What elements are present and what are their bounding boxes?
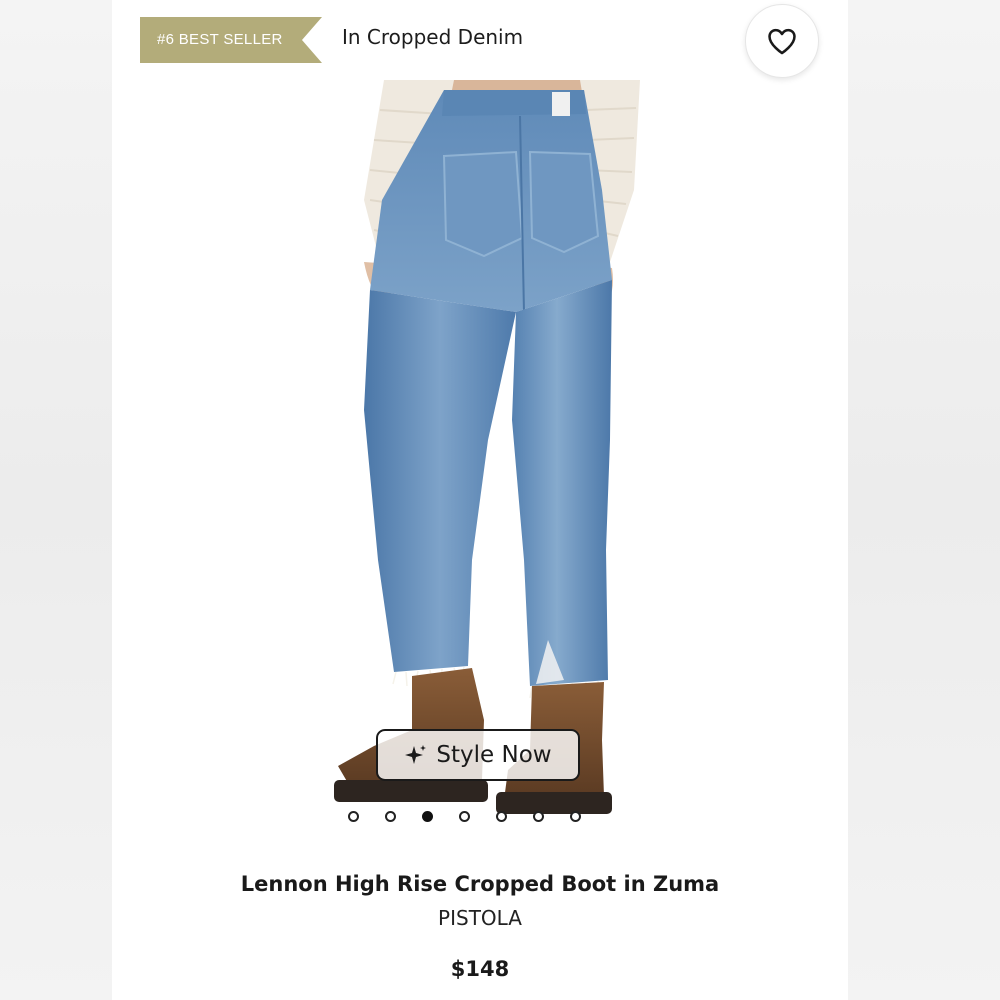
carousel-pagination[interactable] <box>348 811 581 822</box>
product-price: $148 <box>450 957 510 981</box>
product-image-carousel[interactable]: Style Now <box>112 80 848 840</box>
style-now-label: Style Now <box>436 742 552 768</box>
product-card[interactable]: #6 BEST SELLER In Cropped Denim Style No… <box>112 0 848 1000</box>
sparkle-icon <box>405 745 427 764</box>
carousel-dot[interactable] <box>459 811 470 822</box>
carousel-dot[interactable] <box>570 811 581 822</box>
favorite-button[interactable] <box>745 4 819 78</box>
product-title[interactable]: Lennon High Rise Cropped Boot in Zuma <box>112 872 848 896</box>
left-margin <box>0 0 112 1000</box>
heart-icon <box>768 28 796 55</box>
carousel-dot[interactable] <box>385 811 396 822</box>
category-link[interactable]: In Cropped Denim <box>342 25 523 49</box>
product-brand[interactable]: PISTOLA <box>112 906 848 930</box>
style-now-button[interactable]: Style Now <box>376 729 580 781</box>
carousel-dot-active[interactable] <box>422 811 433 822</box>
carousel-dot[interactable] <box>348 811 359 822</box>
best-seller-badge: #6 BEST SELLER <box>140 17 322 63</box>
carousel-dot[interactable] <box>533 811 544 822</box>
carousel-dot[interactable] <box>496 811 507 822</box>
product-image <box>334 80 640 814</box>
right-margin <box>848 0 1000 1000</box>
